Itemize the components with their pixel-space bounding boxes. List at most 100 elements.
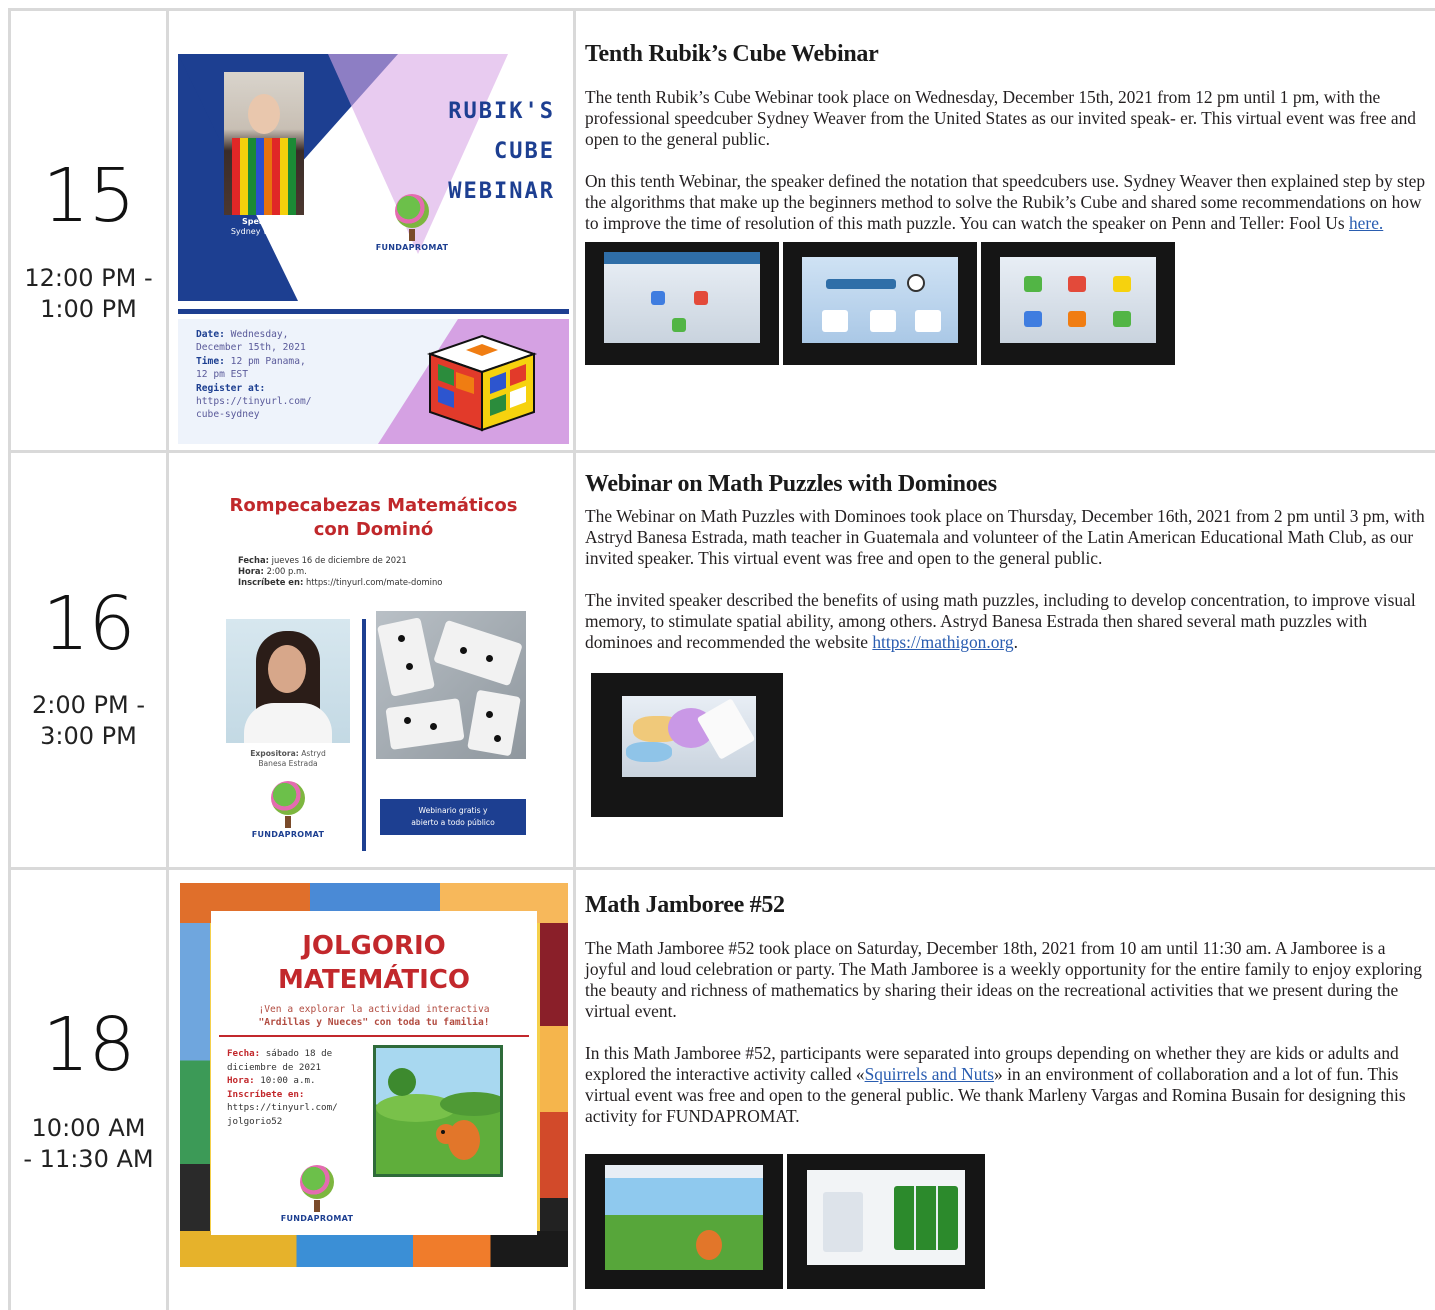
event-time-end: - 11:30 AM	[23, 1145, 154, 1173]
photo-screen-header	[604, 1164, 764, 1179]
poster-speaker-name: Banesa Estrada	[258, 759, 318, 768]
photo-detail	[693, 291, 708, 306]
poster-subtitle: ¡Ven a explorar la actividad interactiva…	[211, 1003, 537, 1029]
poster-register-label: Register at:	[196, 382, 266, 394]
poster-card: JOLGORIO MATEMÁTICO ¡Ven a explorar la a…	[211, 911, 537, 1235]
event-photo[interactable]	[591, 673, 783, 817]
event-paragraph-text: On this tenth Webinar, the speaker defin…	[585, 171, 1426, 233]
squirrels-and-nuts-link[interactable]: Squirrels and Nuts	[865, 1064, 994, 1084]
domino-pip	[486, 655, 493, 662]
event-photo[interactable]	[981, 242, 1175, 365]
poster-speaker-label: Speaker:	[242, 217, 282, 226]
event-heading: Webinar on Math Puzzles with Dominoes	[585, 471, 997, 497]
poster-time: 10:00 a.m.	[260, 1075, 316, 1087]
event-day: 15	[42, 153, 135, 239]
events-table: 15 12:00 PM - 1:00 PM Speaker: Sydney We…	[8, 8, 1435, 1310]
poster-decor	[180, 923, 210, 1267]
poster-title-line: Rompecabezas Matemáticos	[229, 495, 518, 516]
photo-gallery	[585, 242, 1427, 366]
tree-trunk	[409, 229, 415, 241]
poster-title-line: WEBINAR	[448, 179, 555, 204]
video-link[interactable]: here.	[1349, 213, 1383, 233]
photo-detail	[870, 309, 897, 332]
poster-title-line: con Dominó	[313, 519, 434, 540]
poster-cell: Speaker: Sydney Weaver RUBIK'S CUBE WEBI…	[169, 11, 576, 450]
photo-detail	[625, 742, 672, 763]
tree-trunk	[285, 816, 291, 828]
photo-detail	[822, 1191, 863, 1252]
poster-speaker-label: Expositora:	[250, 749, 299, 758]
event-time-start: 2:00 PM -	[32, 691, 145, 719]
poster-date-label: Fecha:	[227, 1048, 261, 1059]
poster-date-label: Fecha:	[238, 555, 269, 565]
poster-subtitle-line: ¡Ven a explorar la actividad interactiva	[258, 1004, 490, 1015]
poster-cell: Rompecabezas Matemáticos con Dominó Fech…	[169, 453, 576, 867]
event-row: 18 10:00 AM - 11:30 AM JOLGORIO MATEMÁTI…	[8, 870, 1435, 1310]
photo-detail	[825, 278, 896, 289]
domino-pip	[398, 635, 405, 642]
speaker-shirt	[244, 703, 332, 743]
speaker-face	[268, 645, 306, 693]
poster-cell: JOLGORIO MATEMÁTICO ¡Ven a explorar la a…	[169, 870, 576, 1310]
event-paragraph: The Webinar on Math Puzzles with Dominoe…	[585, 506, 1425, 568]
tree-trunk	[314, 1200, 320, 1212]
photo-detail	[1112, 310, 1131, 327]
mathigon-link[interactable]: https://mathigon.org	[872, 632, 1013, 652]
event-heading: Tenth Rubik’s Cube Webinar	[585, 41, 879, 67]
event-photo[interactable]	[585, 1154, 783, 1289]
domino-tile	[433, 619, 523, 687]
poster-time: 2:00 p.m.	[266, 566, 307, 576]
domino-pip	[404, 717, 411, 724]
poster-date: December 15th, 2021	[196, 342, 306, 354]
event-photo[interactable]	[787, 1154, 985, 1289]
photo-detail	[1068, 310, 1087, 327]
poster-decor	[180, 1231, 568, 1267]
event-time-end: 3:00 PM	[40, 722, 137, 750]
event-time: 2:00 PM - 3:00 PM	[11, 690, 166, 752]
event-photo[interactable]	[585, 242, 779, 365]
poster-register-url: https://tinyurl.com/	[227, 1102, 338, 1114]
event-day: 18	[42, 1002, 135, 1088]
poster-title-line: CUBE	[494, 139, 555, 164]
poster-info: Date: Wednesday, December 15th, 2021 Tim…	[196, 328, 312, 422]
photo-detail	[1112, 276, 1131, 293]
event-paragraph-text: .	[1013, 632, 1018, 652]
poster-speaker: Expositora: Astryd Banesa Estrada	[226, 749, 350, 769]
domino-pip	[430, 723, 437, 730]
event-time: 12:00 PM - 1:00 PM	[11, 263, 166, 325]
domino-tile	[467, 689, 521, 757]
poster-divider	[219, 1035, 529, 1037]
tree-icon	[271, 781, 305, 815]
photo-detail	[1023, 276, 1042, 293]
rubiks-cube-icon	[426, 334, 538, 432]
event-heading: Math Jamboree #52	[585, 892, 785, 918]
poster-title-line: MATEMÁTICO	[277, 965, 471, 995]
speaker-face	[248, 94, 280, 134]
poster-date: sábado 18 de	[265, 1048, 333, 1059]
event-time-start: 10:00 AM	[31, 1114, 146, 1142]
event-photo[interactable]	[783, 242, 977, 365]
photo-screen	[1000, 256, 1156, 343]
event-time: 10:00 AM - 11:30 AM	[11, 1113, 166, 1175]
photo-screen-header	[604, 251, 760, 265]
photo-detail	[893, 1186, 958, 1251]
event-time-start: 12:00 PM -	[24, 264, 153, 292]
poster-speaker-name: Sydney Weaver	[230, 227, 294, 236]
poster-date: Wednesday,	[230, 329, 289, 340]
poster-time-label: Hora:	[238, 566, 264, 576]
dominoes-photo	[376, 611, 526, 759]
poster-subtitle-line: "Ardillas y Nueces" con toda tu familia!	[258, 1017, 490, 1028]
logo-text: FUNDAPROMAT	[251, 830, 325, 839]
event-row: 16 2:00 PM - 3:00 PM Rompecabezas Matemá…	[8, 453, 1435, 870]
date-cell: 18 10:00 AM - 11:30 AM	[8, 870, 169, 1310]
logo-text: FUNDAPROMAT	[375, 243, 449, 252]
poster-info: Fecha: sábado 18 de diciembre de 2021 Ho…	[227, 1047, 338, 1129]
event-time-end: 1:00 PM	[40, 295, 137, 323]
poster-date: jueves 16 de diciembre de 2021	[271, 555, 407, 565]
domino-tile	[376, 617, 436, 697]
fundapromat-logo: FUNDAPROMAT	[267, 1165, 367, 1223]
poster-register-url: cube-sydney	[196, 409, 260, 421]
jolgorio-poster: JOLGORIO MATEMÁTICO ¡Ven a explorar la a…	[180, 883, 568, 1267]
photo-detail	[695, 1229, 722, 1260]
poster-title-line: JOLGORIO	[302, 931, 446, 961]
